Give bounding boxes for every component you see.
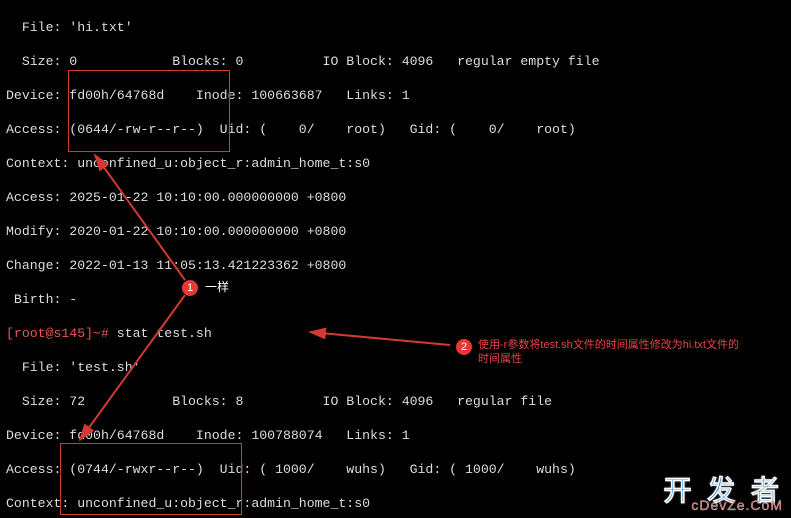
output-line: Change: 2022-01-13 11:05:13.421223362 +0… — [6, 257, 785, 274]
output-line: Device: fd00h/64768d Inode: 100788074 Li… — [6, 427, 785, 444]
output-line: File: 'test.sh' — [6, 359, 785, 376]
command-text: stat test.sh — [117, 326, 212, 341]
annotation-text-2b: 时间属性 — [478, 352, 522, 366]
output-line: Size: 0 Blocks: 0 IO Block: 4096 regular… — [6, 53, 785, 70]
output-line: File: 'hi.txt' — [6, 19, 785, 36]
prompt: [root@s145]~# — [6, 326, 117, 341]
output-line: Size: 72 Blocks: 8 IO Block: 4096 regula… — [6, 393, 785, 410]
annotation-badge-2: 2 — [456, 339, 472, 355]
annotation-badge-1: 1 — [182, 280, 198, 296]
annotation-text-2a: 使用-r参数将test.sh文件的时间属性修改为hi.txt文件的 — [478, 338, 774, 352]
output-line: Context: unconfined_u:object_r:admin_hom… — [6, 155, 785, 172]
output-line: Device: fd00h/64768d Inode: 100663687 Li… — [6, 87, 785, 104]
output-line: Access: (0644/-rw-r--r--) Uid: ( 0/ root… — [6, 121, 785, 138]
watermark: 开 发 者 cDevZe.CoM — [663, 482, 783, 514]
terminal-output: File: 'hi.txt' Size: 0 Blocks: 0 IO Bloc… — [0, 0, 791, 518]
annotation-label-1: 一样 — [205, 279, 229, 296]
output-line: Access: 2025-01-22 10:10:00.000000000 +0… — [6, 189, 785, 206]
output-line: Modify: 2020-01-22 10:10:00.000000000 +0… — [6, 223, 785, 240]
output-line: Birth: - — [6, 291, 785, 308]
